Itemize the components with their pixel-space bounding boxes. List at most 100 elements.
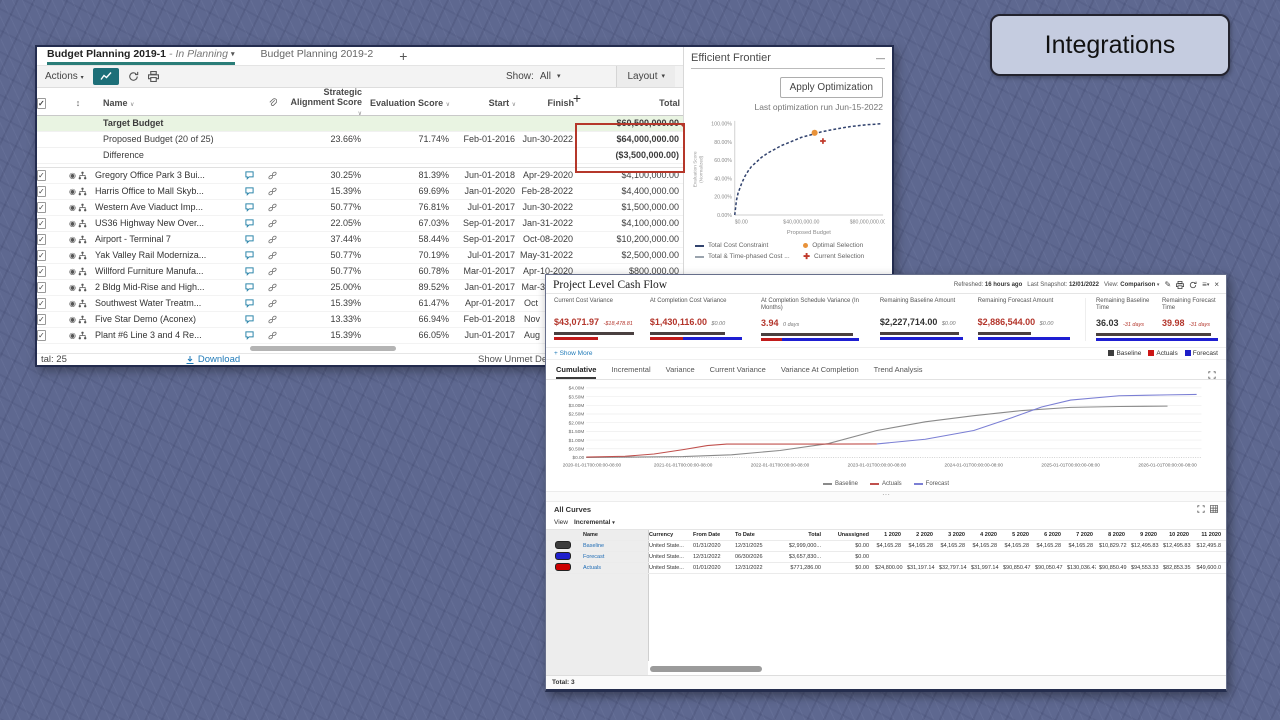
grid-icon[interactable] <box>1210 505 1218 515</box>
row-checkbox[interactable]: ✓ <box>37 282 46 293</box>
expand-chart-icon[interactable] <box>1208 371 1216 379</box>
table-row[interactable]: ✓ ◉ Western Ave Viaduct Imp... 50.77% 76… <box>37 200 683 216</box>
summary-row[interactable]: Proposed Budget (20 of 25) 23.66% 71.74%… <box>37 132 683 148</box>
dependency-link-icon[interactable] <box>259 251 285 260</box>
dependency-link-icon[interactable] <box>259 203 285 212</box>
add-column-button[interactable]: + <box>573 90 581 106</box>
curves-column[interactable]: 1 2020 <box>872 532 904 538</box>
comment-icon[interactable] <box>239 299 259 308</box>
project-name[interactable]: Western Ave Viaduct Imp... <box>95 202 239 212</box>
curves-column[interactable]: 3 2020 <box>936 532 968 538</box>
dependency-link-icon[interactable] <box>259 187 285 196</box>
chart-view-button[interactable] <box>93 68 119 85</box>
refresh-icon[interactable] <box>128 71 139 82</box>
curves-column[interactable]: Currency <box>646 532 690 538</box>
curve-name-link[interactable]: Actuals <box>580 565 646 571</box>
new-tab-button[interactable]: + <box>399 47 407 65</box>
view-select[interactable]: Incremental ▾ <box>574 519 615 526</box>
column-strategic[interactable]: StrategicAlignment Score ∨ <box>285 88 365 118</box>
dependency-link-icon[interactable] <box>259 315 285 324</box>
row-checkbox[interactable]: ✓ <box>37 266 46 277</box>
summary-row[interactable]: Difference ($3,500,000.00) <box>37 148 683 164</box>
curves-column[interactable]: Total <box>774 532 824 538</box>
tab-variance-at-completion[interactable]: Variance At Completion <box>781 365 859 379</box>
show-more-link[interactable]: + Show More <box>554 350 592 357</box>
project-name[interactable]: Harris Office to Mall Skyb... <box>95 186 239 196</box>
comment-icon[interactable] <box>239 251 259 260</box>
summary-row[interactable]: Target Budget $60,500,000.00 <box>37 116 683 132</box>
apply-optimization-button[interactable]: Apply Optimization <box>780 77 883 98</box>
table-row[interactable]: ✓ ◉ US36 Highway New Over... 22.05% 67.0… <box>37 216 683 232</box>
row-checkbox[interactable]: ✓ <box>37 298 46 309</box>
comment-icon[interactable] <box>239 219 259 228</box>
project-name[interactable]: Yak Valley Rail Moderniza... <box>95 250 239 260</box>
comment-icon[interactable] <box>239 171 259 180</box>
curves-column[interactable]: From Date <box>690 532 732 538</box>
curves-column[interactable]: 10 2020 <box>1160 532 1192 538</box>
comment-icon[interactable] <box>239 331 259 340</box>
column-evaluation[interactable]: Evaluation Score ∨ <box>365 98 453 108</box>
select-all-checkbox[interactable]: ✓ <box>37 98 46 109</box>
tab-variance[interactable]: Variance <box>666 365 695 379</box>
column-total[interactable]: Total <box>577 98 683 108</box>
row-checkbox[interactable]: ✓ <box>37 234 46 245</box>
curves-column[interactable]: 11 2020 <box>1192 532 1224 538</box>
curves-column[interactable]: 6 2020 <box>1032 532 1064 538</box>
menu-icon[interactable]: ≡▾ <box>1202 280 1209 289</box>
tab-incremental[interactable]: Incremental <box>611 365 650 379</box>
minimize-icon[interactable]: — <box>876 53 885 63</box>
column-name[interactable]: Name ∨ <box>95 98 239 108</box>
tab-budget-planning-2019-1[interactable]: Budget Planning 2019-1 - In Planning ▾ <box>47 47 235 65</box>
comment-icon[interactable] <box>239 235 259 244</box>
row-checkbox[interactable]: ✓ <box>37 218 46 229</box>
dependency-link-icon[interactable] <box>259 219 285 228</box>
tab-current-variance[interactable]: Current Variance <box>710 365 766 379</box>
row-checkbox[interactable]: ✓ <box>37 186 46 197</box>
edit-icon[interactable]: ✎ <box>1164 280 1171 289</box>
comment-icon[interactable] <box>239 283 259 292</box>
table-row[interactable]: ✓ ◉ Harris Office to Mall Skyb... 15.39%… <box>37 184 683 200</box>
dependency-link-icon[interactable] <box>259 235 285 244</box>
table-row[interactable]: ✓ ◉ Airport - Terminal 7 37.44% 58.44% S… <box>37 232 683 248</box>
curves-column[interactable]: 4 2020 <box>968 532 1000 538</box>
tab-budget-planning-2019-2[interactable]: Budget Planning 2019-2 <box>261 47 374 65</box>
curves-column[interactable]: 7 2020 <box>1064 532 1096 538</box>
sort-icon[interactable]: ↕ <box>61 98 95 108</box>
curve-row-forecast[interactable]: ForecastUnited State...12/31/202206/30/2… <box>546 552 1226 563</box>
expand-icon[interactable] <box>1197 505 1205 515</box>
table-horizontal-scrollbar[interactable] <box>650 666 762 672</box>
project-name[interactable]: Airport - Terminal 7 <box>95 234 239 244</box>
download-link[interactable]: Download <box>185 354 240 365</box>
column-finish[interactable]: Finish <box>519 98 577 108</box>
row-checkbox[interactable]: ✓ <box>37 170 46 181</box>
column-start[interactable]: Start ∨ <box>453 98 519 108</box>
show-filter-dropdown[interactable]: Show: All ▾ <box>506 71 616 82</box>
table-row[interactable]: ✓ ◉ Yak Valley Rail Moderniza... 50.77% … <box>37 248 683 264</box>
curves-column[interactable]: 8 2020 <box>1096 532 1128 538</box>
print-icon[interactable] <box>148 71 159 82</box>
curve-row-baseline[interactable]: BaselineUnited State...01/31/202012/31/2… <box>546 541 1226 552</box>
curves-column[interactable]: 2 2020 <box>904 532 936 538</box>
layout-menu[interactable]: Layout ▾ <box>616 66 675 87</box>
table-row[interactable]: ✓ ◉ Gregory Office Park 3 Bui... 30.25% … <box>37 168 683 184</box>
comment-icon[interactable] <box>239 267 259 276</box>
row-checkbox[interactable]: ✓ <box>37 314 46 325</box>
curves-column[interactable]: 9 2020 <box>1128 532 1160 538</box>
project-name[interactable]: 2 Bldg Mid-Rise and High... <box>95 282 239 292</box>
curves-column[interactable]: Unassigned <box>824 532 872 538</box>
comment-icon[interactable] <box>239 315 259 324</box>
dependency-link-icon[interactable] <box>259 283 285 292</box>
print-icon[interactable] <box>1176 281 1184 289</box>
curve-name-link[interactable]: Forecast <box>580 554 646 560</box>
dependency-link-icon[interactable] <box>259 331 285 340</box>
project-name[interactable]: US36 Highway New Over... <box>95 218 239 228</box>
project-name[interactable]: Gregory Office Park 3 Bui... <box>95 170 239 180</box>
tab-trend-analysis[interactable]: Trend Analysis <box>874 365 923 379</box>
row-checkbox[interactable]: ✓ <box>37 202 46 213</box>
attachment-column-icon[interactable] <box>259 98 285 107</box>
dependency-link-icon[interactable] <box>259 267 285 276</box>
curve-row-actuals[interactable]: ActualsUnited State...01/01/202012/31/20… <box>546 563 1226 574</box>
dependency-link-icon[interactable] <box>259 299 285 308</box>
project-name[interactable]: Five Star Demo (Aconex) <box>95 314 239 324</box>
project-name[interactable]: Southwest Water Treatm... <box>95 298 239 308</box>
